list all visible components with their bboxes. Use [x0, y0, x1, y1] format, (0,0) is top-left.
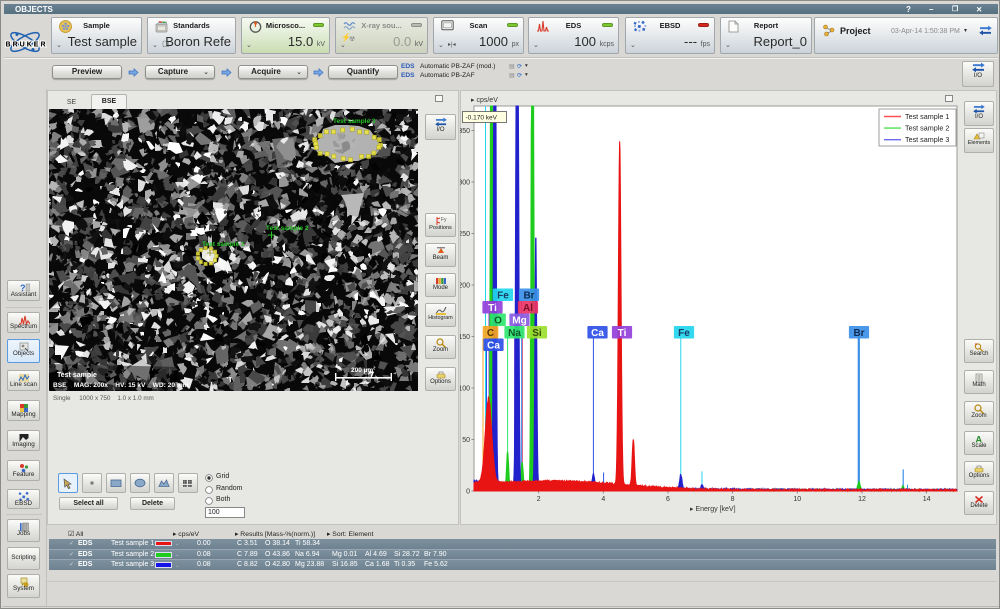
svg-text:Si: Si [532, 328, 542, 339]
svg-text:200 µm: 200 µm [351, 367, 373, 374]
svg-text:2: 2 [537, 496, 541, 503]
svg-text:Fe: Fe [497, 291, 509, 302]
svg-text:Ti: Ti [618, 328, 627, 339]
svg-text:Test sample 3: Test sample 3 [333, 118, 376, 125]
svg-text:▸ Energy [keV]: ▸ Energy [keV] [690, 506, 736, 513]
svg-text:Na: Na [508, 328, 521, 339]
svg-text:12: 12 [858, 496, 866, 503]
svg-text:14: 14 [923, 496, 931, 503]
svg-text:▸ cps/eV: ▸ cps/eV [471, 97, 498, 104]
svg-text:Test sample: Test sample [57, 372, 97, 379]
svg-text:O: O [494, 316, 502, 327]
svg-text:350: 350 [460, 128, 470, 135]
svg-text:Al: Al [523, 303, 533, 314]
svg-text:BSE MAG: 200x HV: 15 kV: BSE MAG: 200x HV: 15 kV WD: 20 mm [53, 382, 189, 389]
svg-text:Fe: Fe [678, 328, 690, 339]
svg-text:Ca: Ca [487, 341, 500, 352]
svg-text:6: 6 [666, 496, 670, 503]
svg-text:-0.170 keV: -0.170 keV [466, 115, 498, 122]
svg-text:10: 10 [793, 496, 801, 503]
svg-text:Test sample 2: Test sample 2 [266, 225, 309, 232]
svg-text:250: 250 [460, 231, 470, 238]
svg-text:Test sample 2: Test sample 2 [905, 124, 949, 133]
svg-text:Br: Br [853, 328, 864, 339]
svg-text:0: 0 [466, 489, 470, 496]
svg-text:Test sample 1: Test sample 1 [202, 241, 245, 248]
svg-text:50: 50 [462, 437, 470, 444]
svg-text:100: 100 [460, 386, 470, 393]
svg-text:200: 200 [460, 283, 470, 290]
svg-text:Test sample 1: Test sample 1 [905, 112, 949, 121]
svg-text:Fy: Fy [441, 217, 447, 223]
svg-text:Ti: Ti [488, 303, 497, 314]
svg-text:150: 150 [460, 334, 470, 341]
svg-text:4: 4 [601, 496, 605, 503]
svg-text:Test sample 3: Test sample 3 [905, 135, 949, 144]
svg-text:C: C [487, 328, 494, 339]
svg-text:300: 300 [460, 180, 470, 187]
svg-text:8: 8 [731, 496, 735, 503]
svg-text:Mg: Mg [512, 316, 526, 327]
svg-text:Ca: Ca [591, 328, 604, 339]
svg-text:Br: Br [523, 291, 534, 302]
